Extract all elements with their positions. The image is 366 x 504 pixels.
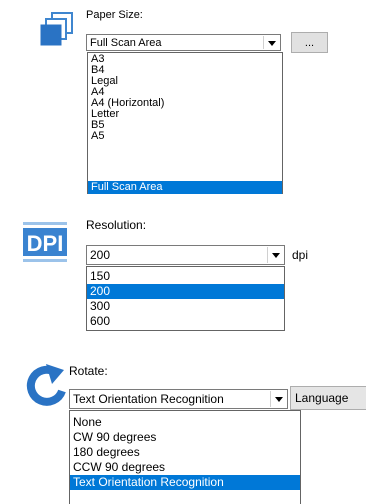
- resolution-option-150[interactable]: 150: [87, 269, 284, 284]
- resolution-dropdown-list[interactable]: 150 200 300 600: [86, 266, 285, 331]
- paper-size-value: Full Scan Area: [90, 37, 162, 49]
- paper-stack-icon: [40, 12, 74, 46]
- paper-size-dropdown-list[interactable]: A3 B4 Legal A4 A4 (Horizontal) Letter B5…: [87, 52, 283, 194]
- paper-size-label: Paper Size:: [86, 9, 143, 21]
- resolution-option-300[interactable]: 300: [87, 299, 284, 314]
- paper-size-browse-button[interactable]: ...: [291, 32, 328, 53]
- rotate-value: Text Orientation Recognition: [73, 392, 224, 406]
- dpi-icon-text: DPI: [27, 231, 64, 256]
- resolution-option-600[interactable]: 600: [87, 314, 284, 329]
- resolution-label: Resolution:: [86, 218, 147, 232]
- rotate-option-180[interactable]: 180 degrees: [70, 445, 300, 460]
- rotate-select[interactable]: Text Orientation Recognition: [69, 389, 288, 409]
- language-button-label: Language: [295, 391, 349, 405]
- rotate-icon: [24, 364, 70, 408]
- paper-size-option-b5[interactable]: B5: [88, 120, 282, 131]
- rotate-option-none[interactable]: None: [70, 415, 300, 430]
- paper-size-option-full-scan-area[interactable]: Full Scan Area: [88, 181, 282, 194]
- rotate-label: Rotate:: [69, 364, 108, 378]
- resolution-select[interactable]: 200: [86, 245, 285, 265]
- paper-size-select[interactable]: Full Scan Area: [86, 34, 281, 51]
- rotate-option-ccw-90[interactable]: CCW 90 degrees: [70, 460, 300, 475]
- paper-size-option-legal[interactable]: Legal: [88, 76, 282, 87]
- rotate-option-text-orientation[interactable]: Text Orientation Recognition: [70, 475, 300, 490]
- rotate-option-cw-90[interactable]: CW 90 degrees: [70, 430, 300, 445]
- resolution-option-200[interactable]: 200: [87, 284, 284, 299]
- resolution-unit: dpi: [292, 248, 309, 262]
- chevron-down-icon[interactable]: [263, 36, 279, 49]
- paper-size-option-a3[interactable]: A3: [88, 54, 282, 65]
- chevron-down-icon[interactable]: [267, 247, 283, 263]
- paper-size-option-letter[interactable]: Letter: [88, 109, 282, 120]
- dpi-icon: DPI: [21, 221, 69, 263]
- language-button[interactable]: Language: [290, 386, 366, 410]
- resolution-value: 200: [90, 248, 111, 262]
- paper-size-option-a5[interactable]: A5: [88, 131, 282, 142]
- rotate-dropdown-list[interactable]: None CW 90 degrees 180 degrees CCW 90 de…: [69, 410, 301, 504]
- chevron-down-icon[interactable]: [270, 391, 286, 407]
